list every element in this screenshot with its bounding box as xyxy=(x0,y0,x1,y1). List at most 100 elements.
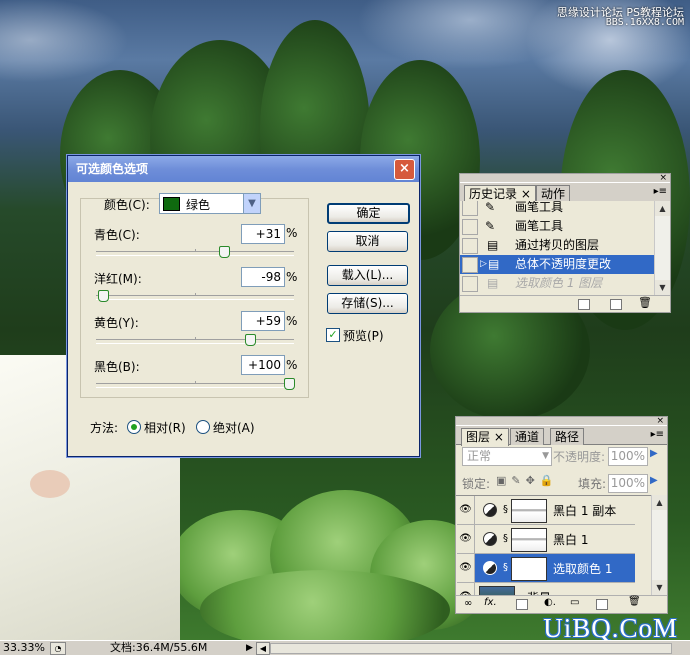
eye-icon[interactable]: 👁 xyxy=(457,554,475,582)
link-icon[interactable]: § xyxy=(503,533,508,544)
watermark-url: BBS.16XX8.COM xyxy=(605,17,684,28)
tab-actions[interactable]: 动作 xyxy=(536,185,571,202)
load-button[interactable]: 载入(L)... xyxy=(327,265,408,286)
layer-mask-thumbnail[interactable] xyxy=(511,499,547,523)
add-mask-icon[interactable] xyxy=(516,599,528,610)
link-layers-icon[interactable]: ∞ xyxy=(464,598,472,609)
selective-color-dialog: 可选颜色选项 × 颜色(C): 绿色 ▼ 青色(C): +31 % 洋红(M):… xyxy=(67,155,420,457)
scroll-down-icon[interactable]: ▼ xyxy=(652,580,667,595)
eye-icon[interactable]: 👁 xyxy=(457,525,475,553)
chevron-down-icon[interactable]: ▼ xyxy=(542,448,549,465)
scroll-left-icon[interactable]: ◀ xyxy=(256,642,270,655)
value-input[interactable]: +100 xyxy=(241,355,285,375)
opacity-input[interactable]: 100% xyxy=(608,447,648,466)
link-icon[interactable]: § xyxy=(503,504,508,515)
status-arrow-icon[interactable]: ▶ xyxy=(246,641,253,655)
folder-icon[interactable]: ▭ xyxy=(570,597,579,608)
layer-mask-thumbnail[interactable] xyxy=(511,557,547,581)
zoom-level[interactable]: 33.33% xyxy=(3,641,45,655)
scroll-up-icon[interactable]: ▲ xyxy=(655,201,670,216)
tab-channels[interactable]: 通道 xyxy=(510,428,545,445)
fx-icon[interactable]: fx. xyxy=(484,597,497,608)
new-document-icon[interactable] xyxy=(578,299,590,310)
percent-unit: % xyxy=(286,358,298,372)
layers-list: 👁 § 黑白 1 副本 👁 § 黑白 1 👁 § 选取颜色 1 👁 背景 xyxy=(456,495,651,596)
layer-row[interactable]: 👁 § 黑白 1 副本 xyxy=(457,496,635,525)
value-input[interactable]: -98 xyxy=(241,267,285,287)
close-icon[interactable]: × xyxy=(659,174,667,183)
history-item[interactable]: ✎ 画笔工具 xyxy=(460,217,650,236)
layers-scrollbar[interactable]: ▲ ▼ xyxy=(651,495,667,595)
history-item-selected[interactable]: ▷ ▤ 总体不透明度更改 xyxy=(460,255,654,274)
history-item-label: 画笔工具 xyxy=(515,219,564,233)
cancel-button[interactable]: 取消 xyxy=(327,231,408,252)
layer-name: 黑白 1 副本 xyxy=(553,504,617,518)
radio-absolute[interactable] xyxy=(196,420,210,434)
radio-relative[interactable] xyxy=(127,420,141,434)
history-scrollbar[interactable]: ▲ ▼ xyxy=(654,201,670,295)
fill-arrow-icon[interactable]: ▶ xyxy=(650,475,658,486)
scroll-up-icon[interactable]: ▲ xyxy=(652,495,667,510)
tab-layers[interactable]: 图层 × xyxy=(461,428,509,446)
blend-mode-select[interactable]: 正常 ▼ xyxy=(462,447,552,466)
trash-icon[interactable]: 🗑 xyxy=(628,596,641,607)
save-button[interactable]: 存储(S)... xyxy=(327,293,408,314)
close-icon[interactable]: × xyxy=(656,417,664,426)
document-size: 文档:36.4M/55.6M xyxy=(110,641,208,654)
new-layer-icon[interactable] xyxy=(596,599,608,610)
fill-input[interactable]: 100% xyxy=(608,474,648,493)
panel-drag-bar[interactable]: × xyxy=(460,174,670,183)
history-item-label: 总体不透明度更改 xyxy=(515,257,612,271)
bride-hand xyxy=(30,470,70,498)
eye-icon[interactable]: 👁 xyxy=(457,496,475,524)
blend-mode-value: 正常 xyxy=(467,449,492,463)
ok-button[interactable]: 确定 xyxy=(327,203,410,224)
link-icon[interactable]: § xyxy=(503,562,508,573)
slider-knob[interactable] xyxy=(245,334,256,346)
layers-panel: × 图层 × 通道 路径 ▸≡ 正常 ▼ 不透明度: 100% ▶ 锁定: ▣✎… xyxy=(455,416,668,614)
slider-label: 青色(C): xyxy=(94,228,140,242)
lock-icons[interactable]: ▣✎✥🔒 xyxy=(496,474,559,487)
fill-label: 填充: xyxy=(578,477,607,491)
history-item[interactable]: ✎ 画笔工具 xyxy=(460,201,650,217)
percent-unit: % xyxy=(286,314,298,328)
panel-menu-icon[interactable]: ▸≡ xyxy=(651,429,664,440)
slider-knob[interactable] xyxy=(98,290,109,302)
horizontal-scrollbar[interactable] xyxy=(270,643,672,654)
slider-track[interactable] xyxy=(96,246,294,258)
slider-tick xyxy=(195,293,196,296)
status-menu-icon[interactable]: ◔ xyxy=(50,642,66,655)
slider-knob[interactable] xyxy=(284,378,295,390)
color-label: 颜色(C): xyxy=(104,198,150,212)
scroll-down-icon[interactable]: ▼ xyxy=(655,280,670,295)
preview-checkbox[interactable]: ✓ xyxy=(326,328,340,342)
slider-tick xyxy=(195,337,196,340)
chevron-down-icon[interactable]: ▼ xyxy=(243,194,260,213)
adjustment-layer-icon xyxy=(483,532,497,546)
slider-track[interactable] xyxy=(96,334,294,346)
history-pointer-icon[interactable]: ▷ xyxy=(480,255,487,274)
snapshot-icon[interactable] xyxy=(610,299,622,310)
layers-tabrow: 图层 × 通道 路径 ▸≡ xyxy=(456,426,667,446)
value-input[interactable]: +31 xyxy=(241,224,285,244)
layer-row-selected[interactable]: 👁 § 选取颜色 1 xyxy=(457,554,635,583)
panel-drag-bar[interactable]: × xyxy=(456,417,667,426)
panel-menu-icon[interactable]: ▸≡ xyxy=(654,186,667,197)
layer-mask-thumbnail[interactable] xyxy=(511,528,547,552)
slider-track[interactable] xyxy=(96,378,295,390)
tab-paths[interactable]: 路径 xyxy=(550,428,585,445)
trash-icon[interactable]: 🗑 xyxy=(638,296,652,309)
color-select[interactable]: 绿色 ▼ xyxy=(159,193,261,214)
slider-track[interactable] xyxy=(96,290,294,302)
history-item-label: 画笔工具 xyxy=(515,201,564,214)
percent-unit: % xyxy=(286,226,298,240)
history-item[interactable]: ▤ 通过拷贝的图层 xyxy=(460,236,650,255)
value-input[interactable]: +59 xyxy=(241,311,285,331)
opacity-arrow-icon[interactable]: ▶ xyxy=(650,448,658,459)
layer-row[interactable]: 👁 § 黑白 1 xyxy=(457,525,635,554)
dialog-title[interactable]: 可选颜色选项 xyxy=(68,156,419,182)
history-item[interactable]: ▤ 选取颜色 1 图层 xyxy=(460,274,650,293)
adjustment-icon[interactable]: ◐. xyxy=(544,597,556,608)
slider-knob[interactable] xyxy=(219,246,230,258)
close-icon[interactable]: × xyxy=(394,159,415,180)
